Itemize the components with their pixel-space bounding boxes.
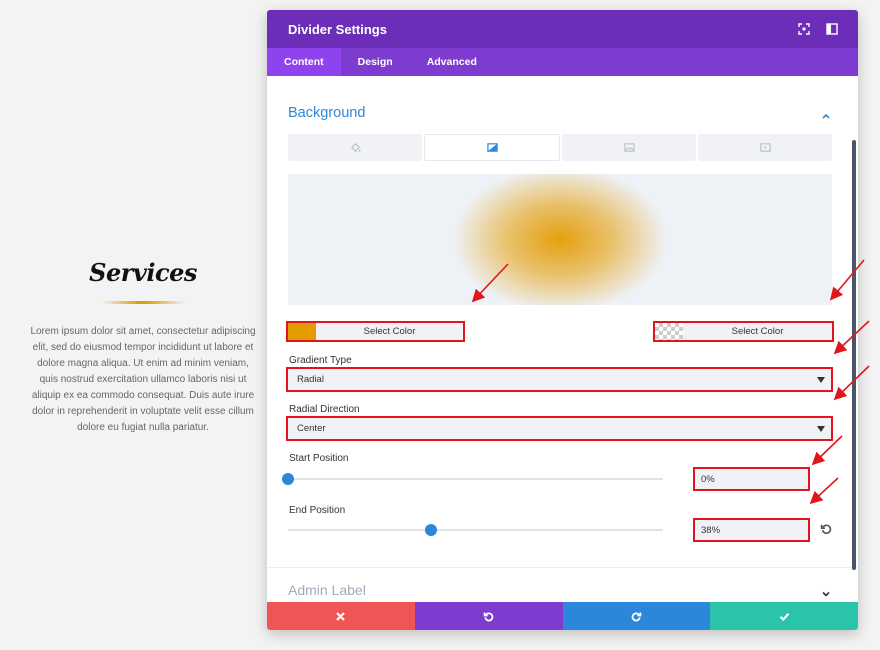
gradient-color-2-button[interactable]: Select Color (653, 321, 834, 342)
redo-button[interactable] (562, 602, 711, 630)
section-divider (267, 567, 858, 568)
tab-content[interactable]: Content (267, 48, 341, 76)
modal-footer (267, 602, 858, 630)
modal-header: Divider Settings (267, 10, 858, 48)
caret-down-icon (817, 426, 825, 432)
bg-tab-color[interactable] (288, 134, 422, 161)
preview-title: Services (89, 258, 197, 287)
start-position-input[interactable]: 0% (693, 467, 810, 491)
modal-title: Divider Settings (288, 21, 387, 37)
modal-content: Background Select Color Select Color Gra… (267, 76, 858, 602)
gradient-type-select[interactable]: Radial (286, 367, 833, 392)
radial-direction-select[interactable]: Center (286, 416, 833, 441)
chevron-down-icon[interactable] (821, 586, 831, 597)
color-swatch-transparent (655, 323, 683, 340)
split-view-icon[interactable] (825, 22, 839, 36)
preview-body-text: Lorem ipsum dolor sit amet, consectetur … (30, 326, 256, 433)
color-swatch-orange (288, 323, 316, 340)
end-position-slider[interactable] (288, 524, 663, 536)
radial-gradient-blob (455, 174, 665, 305)
gradient-preview (288, 174, 832, 305)
checkmark-icon (779, 612, 789, 621)
radial-direction-label: Radial Direction (289, 404, 360, 415)
chevron-up-icon[interactable] (821, 108, 831, 119)
radial-direction-value: Center (297, 423, 326, 434)
bg-tab-image[interactable] (562, 134, 696, 161)
reset-icon[interactable] (820, 522, 832, 534)
end-position-input[interactable]: 38% (693, 518, 810, 542)
admin-label-section-title[interactable]: Admin Label (288, 582, 366, 598)
select-color-label: Select Color (731, 326, 784, 337)
background-section-title[interactable]: Background (288, 105, 365, 121)
select-color-label: Select Color (363, 326, 416, 337)
start-position-slider[interactable] (282, 473, 663, 485)
gradient-color-1-button[interactable]: Select Color (286, 321, 465, 342)
paint-bucket-icon (350, 143, 361, 152)
start-position-label: Start Position (289, 453, 349, 464)
end-position-label: End Position (289, 505, 346, 516)
video-icon (759, 143, 771, 152)
preview-divider (101, 301, 185, 304)
caret-down-icon (817, 377, 825, 383)
save-button[interactable] (710, 602, 858, 630)
divider-settings-modal: Divider Settings Content Design Advanced… (267, 10, 858, 630)
gradient-type-label: Gradient Type (289, 355, 352, 366)
background-type-tabs (288, 134, 832, 161)
scrollbar[interactable] (852, 140, 856, 570)
start-position-value: 0% (701, 473, 715, 485)
end-position-value: 38% (701, 524, 721, 536)
bg-tab-gradient[interactable] (424, 134, 560, 161)
undo-icon (483, 612, 494, 621)
undo-button[interactable] (414, 602, 563, 630)
module-preview: Services Lorem ipsum dolor sit amet, con… (28, 258, 258, 436)
discard-button[interactable] (267, 602, 415, 630)
tab-advanced[interactable]: Advanced (410, 48, 494, 76)
modal-tabs: Content Design Advanced (267, 48, 858, 76)
bg-tab-video[interactable] (698, 134, 832, 161)
slider-handle[interactable] (424, 524, 437, 536)
close-icon (336, 611, 346, 621)
redo-icon (631, 612, 642, 621)
gradient-icon (486, 143, 498, 152)
gradient-type-value: Radial (297, 374, 324, 385)
image-icon (623, 143, 635, 152)
expand-icon[interactable] (797, 22, 811, 36)
slider-handle[interactable] (282, 473, 294, 485)
tab-design[interactable]: Design (341, 48, 410, 76)
